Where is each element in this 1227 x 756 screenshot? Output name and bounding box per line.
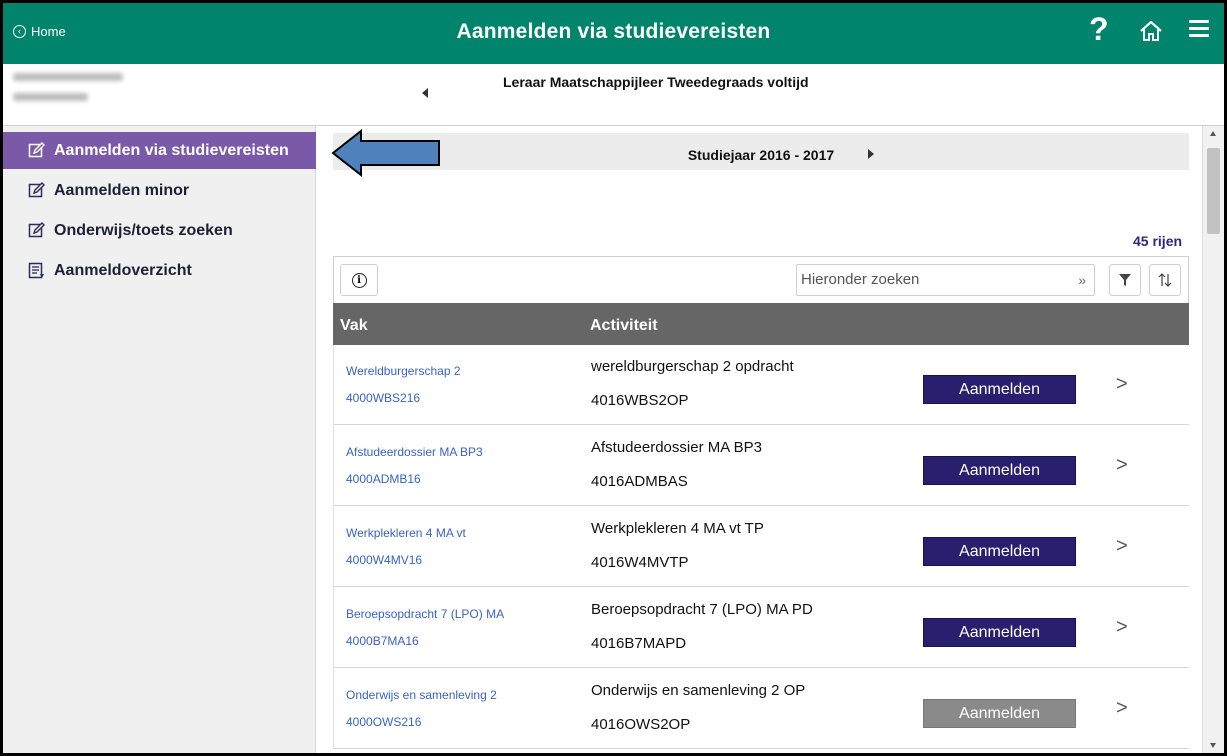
next-year-icon[interactable]: [868, 149, 874, 159]
chevron-right-icon[interactable]: >: [1116, 535, 1128, 558]
activity-name: Onderwijs en samenleving 2 OP: [591, 682, 806, 699]
user-info: [13, 73, 123, 113]
scrollbar[interactable]: [1202, 126, 1224, 753]
app-window: ‹ Home Aanmelden via studievereisten ? L…: [3, 3, 1224, 753]
course-link[interactable]: Onderwijs en samenleving 2: [346, 688, 497, 702]
enroll-button[interactable]: Aanmelden: [923, 456, 1076, 485]
table-toolbar: i »: [333, 256, 1189, 303]
info-icon: i: [351, 272, 367, 288]
previous-program-icon[interactable]: [422, 88, 428, 98]
sidebar-item-onderwijs-toets-zoeken[interactable]: Onderwijs/toets zoeken: [3, 212, 316, 249]
help-button[interactable]: ?: [1089, 13, 1109, 45]
edit-icon: [28, 182, 45, 199]
table-row: Werkplekleren 4 MA vt 4000W4MV16 Werkple…: [333, 507, 1189, 587]
student-number-blurred: [13, 93, 88, 101]
activity-name: Beroepsopdracht 7 (LPO) MA PD: [591, 601, 813, 618]
column-header-activiteit[interactable]: Activiteit: [590, 317, 658, 335]
row-count: 45 rijen: [1133, 233, 1183, 249]
activity-code: 4016W4MVTP: [591, 554, 689, 571]
callout-arrow-icon: [331, 129, 440, 177]
course-link[interactable]: Werkplekleren 4 MA vt: [346, 526, 466, 540]
sidebar-item-aanmelden-minor[interactable]: Aanmelden minor: [3, 172, 316, 209]
course-link[interactable]: Wereldburgerschap 2: [346, 364, 461, 378]
course-link[interactable]: Beroepsopdracht 7 (LPO) MA: [346, 607, 504, 621]
search-box: »: [796, 264, 1095, 296]
course-code-link[interactable]: 4000B7MA16: [346, 634, 419, 648]
enroll-button[interactable]: Aanmelden: [923, 537, 1076, 566]
hamburger-menu-icon[interactable]: [1189, 20, 1209, 38]
sidebar-item-label: Aanmeldoverzicht: [54, 261, 192, 279]
course-code-link[interactable]: 4000WBS216: [346, 391, 420, 405]
sidebar-item-aanmeldoverzicht[interactable]: Aanmeldoverzicht: [3, 252, 316, 289]
activity-code: 4016B7MAPD: [591, 635, 687, 652]
activity-code: 4016ADMBAS: [591, 473, 688, 490]
activity-code: 4016WBS2OP: [591, 392, 689, 409]
chevron-right-icon[interactable]: >: [1116, 454, 1128, 477]
course-code-link[interactable]: 4000OWS216: [346, 715, 421, 729]
sidebar-item-label: Onderwijs/toets zoeken: [54, 221, 233, 239]
course-code-link[interactable]: 4000W4MV16: [346, 553, 422, 567]
sidebar-item-label: Aanmelden minor: [54, 181, 190, 199]
activity-name: Afstudeerdossier MA BP3: [591, 439, 762, 456]
scroll-down-icon[interactable]: [1210, 743, 1216, 748]
scrollbar-thumb[interactable]: [1207, 148, 1220, 234]
enroll-button[interactable]: Aanmelden: [923, 618, 1076, 647]
sort-icon[interactable]: [1149, 264, 1181, 296]
filter-icon[interactable]: [1109, 264, 1141, 296]
list-icon: [28, 262, 45, 279]
page-title: Aanmelden via studievereisten: [456, 20, 771, 43]
activity-code: 4016OWS2OP: [591, 716, 691, 733]
column-header-vak[interactable]: Vak: [340, 317, 368, 335]
course-link[interactable]: Afstudeerdossier MA BP3: [346, 445, 483, 459]
scroll-up-icon[interactable]: [1210, 131, 1216, 136]
year-selector: Studiejaar 2016 - 2017: [333, 133, 1189, 170]
activity-name: Werkplekleren 4 MA vt TP: [591, 520, 764, 537]
program-title: Leraar Maatschappijleer Tweedegraads vol…: [503, 74, 809, 90]
enroll-button-disabled: Aanmelden: [923, 699, 1076, 728]
enroll-button[interactable]: Aanmelden: [923, 375, 1076, 404]
home-icon[interactable]: [1139, 20, 1163, 42]
chevron-right-icon[interactable]: >: [1116, 373, 1128, 396]
info-button[interactable]: i: [340, 264, 378, 296]
user-name-blurred: [13, 73, 123, 81]
table-row: Onderwijs en samenleving 2 4000OWS216 On…: [333, 669, 1189, 749]
year-label: Studiejaar 2016 - 2017: [687, 147, 835, 163]
search-input[interactable]: [801, 271, 1061, 288]
search-go-icon[interactable]: »: [1078, 272, 1086, 288]
course-code-link[interactable]: 4000ADMB16: [346, 472, 421, 486]
edit-icon: [28, 222, 45, 239]
activity-name: wereldburgerschap 2 opdracht: [591, 358, 794, 375]
table-row: Afstudeerdossier MA BP3 4000ADMB16 Afstu…: [333, 426, 1189, 506]
sidebar-item-aanmelden-studievereisten[interactable]: Aanmelden via studievereisten: [3, 132, 316, 169]
sidebar: Aanmelden via studievereisten Aanmelden …: [3, 126, 316, 753]
chevron-right-icon[interactable]: >: [1116, 697, 1128, 720]
table-row: Wereldburgerschap 2 4000WBS216 wereldbur…: [333, 345, 1189, 425]
sidebar-item-label: Aanmelden via studievereisten: [54, 141, 289, 159]
table-header: Vak Activiteit: [333, 303, 1189, 345]
table-row: Beroepsopdracht 7 (LPO) MA 4000B7MA16 Be…: [333, 588, 1189, 668]
top-bar: ‹ Home Aanmelden via studievereisten ?: [3, 3, 1224, 64]
edit-icon: [28, 142, 45, 159]
chevron-right-icon[interactable]: >: [1116, 616, 1128, 639]
